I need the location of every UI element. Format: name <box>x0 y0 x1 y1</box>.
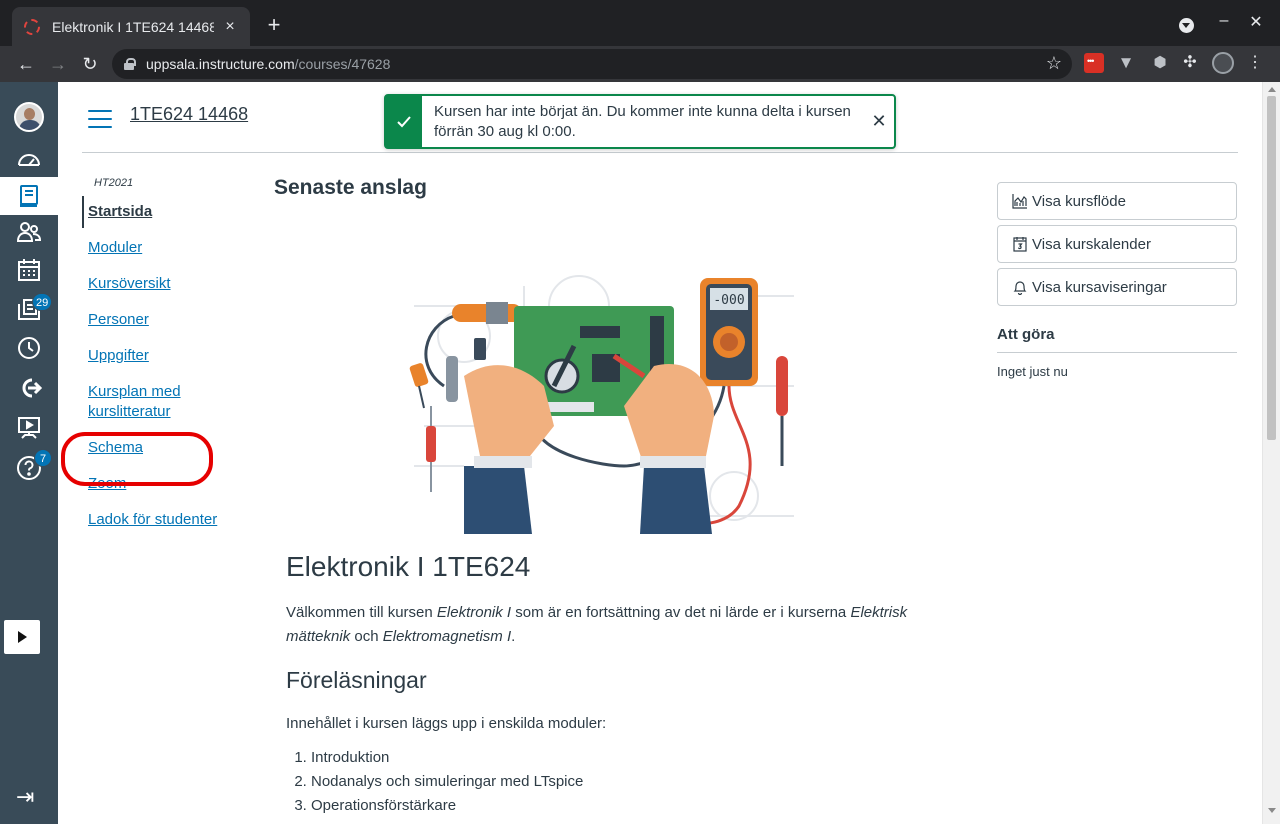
calendar-icon <box>18 259 40 281</box>
intro-text-1: Välkommen till kursen <box>286 604 437 621</box>
view-course-notifications-button[interactable]: Visa kursaviseringar <box>997 268 1237 306</box>
intro-text-2: som är en fortsättning av det ni lärde e… <box>511 604 851 621</box>
tab-close-icon[interactable]: × <box>220 18 240 36</box>
intro-text-4: . <box>511 628 516 645</box>
browser-menu-icon[interactable]: ⋮ <box>1245 53 1265 73</box>
calendar-small-icon <box>1013 237 1027 252</box>
history-clock-icon <box>18 337 40 359</box>
course-heading: Elektronik I 1TE624 <box>286 551 531 582</box>
new-tab-button[interactable]: + <box>262 12 286 38</box>
course-nav-uppgifter[interactable]: Uppgifter <box>88 346 243 366</box>
help-badge: 7 <box>34 449 52 467</box>
todo-empty-text: Inget just nu <box>997 364 1068 379</box>
reload-icon[interactable]: ↻ <box>76 50 104 78</box>
collapse-nav-icon[interactable]: ⇥ <box>16 784 34 810</box>
inbox-badge: 29 <box>32 293 53 311</box>
extension-red-icon[interactable] <box>1084 53 1104 73</box>
bell-icon <box>1013 281 1027 295</box>
studio-screen-icon <box>18 417 40 439</box>
intro-text-3: och <box>350 628 383 645</box>
url-path: /courses/47628 <box>294 56 391 72</box>
gnav-commons[interactable] <box>0 369 58 407</box>
back-arrow-icon[interactable]: ← <box>12 50 40 78</box>
flash-message: Kursen har inte börjat än. Du kommer int… <box>434 103 851 140</box>
gnav-dashboard[interactable] <box>0 140 58 178</box>
gnav-account[interactable] <box>0 98 58 136</box>
course-nav-moduler[interactable]: Moduler <box>88 238 243 258</box>
module-list: Introduktion Nodanalys och simuleringar … <box>286 746 926 818</box>
url-host: uppsala.instructure.com <box>146 56 295 72</box>
lectures-text: Innehållet i kursen läggs upp i enskilda… <box>286 715 607 732</box>
global-nav: 29 7 ⇥ <box>0 82 58 824</box>
extension-v-icon[interactable]: ▼ <box>1116 53 1136 73</box>
courses-book-icon <box>20 185 38 207</box>
course-intro: Elektronik I 1TE624 Välkommen till kurse… <box>286 550 926 818</box>
course-page: 1TE624 14468 Kursen har inte börjat än. … <box>58 82 1262 824</box>
course-nav-ladok[interactable]: Ladok för studenter <box>88 510 243 530</box>
browser-toolbar: ← → ↻ uppsala.instructure.com/courses/47… <box>0 46 1280 82</box>
course-nav-kursoversikt[interactable]: Kursöversikt <box>88 274 243 294</box>
bookmark-star-icon[interactable]: ☆ <box>1046 53 1062 74</box>
lock-icon[interactable] <box>124 58 136 70</box>
view-course-notifications-label: Visa kursaviseringar <box>1032 278 1167 296</box>
flash-close-icon[interactable]: ✕ <box>864 96 894 147</box>
forward-arrow-icon[interactable]: → <box>44 50 72 78</box>
list-item: Operationsförstärkare <box>311 794 926 818</box>
browser-tab[interactable]: Elektronik I 1TE624 14468 × <box>12 7 250 46</box>
gnav-history[interactable] <box>0 329 58 367</box>
scroll-down-arrow-icon[interactable] <box>1268 808 1276 813</box>
term-label: HT2021 <box>94 177 134 189</box>
close-window-button[interactable]: ✕ <box>1244 12 1268 32</box>
gnav-groups[interactable] <box>0 213 58 251</box>
todo-heading: Att göra <box>997 326 1237 353</box>
scroll-thumb[interactable] <box>1267 96 1276 440</box>
list-item: Introduktion <box>311 746 926 770</box>
address-bar[interactable]: uppsala.instructure.com/courses/47628 ☆ <box>112 49 1072 79</box>
profile-avatar-icon[interactable] <box>1212 52 1234 74</box>
electronics-illustration: -000 <box>409 275 794 534</box>
gnav-courses[interactable] <box>0 177 58 215</box>
page-scrollbar[interactable] <box>1262 82 1280 824</box>
intro-prereq-2: Elektromagnetism I <box>382 628 512 645</box>
hamburger-menu-icon[interactable] <box>88 110 112 128</box>
user-avatar <box>14 102 44 132</box>
page-viewport: 29 7 ⇥ 1TE624 14468 Kursen har inte börj… <box>0 82 1280 824</box>
checkmark-icon <box>397 115 411 127</box>
media-play-button[interactable] <box>4 620 40 654</box>
course-nav-personer[interactable]: Personer <box>88 310 243 330</box>
tab-title: Elektronik I 1TE624 14468 <box>52 18 214 35</box>
tab-search-icon[interactable] <box>1179 18 1194 33</box>
course-nav-startsida[interactable]: Startsida <box>82 196 237 228</box>
gnav-studio[interactable] <box>0 409 58 447</box>
canvas-favicon-icon <box>24 18 40 35</box>
scroll-up-arrow-icon[interactable] <box>1268 87 1276 92</box>
extensions-puzzle-icon[interactable]: ✣ <box>1180 53 1200 73</box>
gnav-help[interactable]: 7 <box>0 449 58 487</box>
groups-people-icon <box>16 222 42 242</box>
view-course-stream-button[interactable]: Visa kursflöde <box>997 182 1237 220</box>
course-nav-kursplan[interactable]: Kursplan med kurslitteratur <box>88 382 198 422</box>
intro-paragraph: Välkommen till kursen Elektronik I som ä… <box>286 601 926 649</box>
intro-course-name: Elektronik I <box>436 604 512 621</box>
view-course-calendar-button[interactable]: Visa kurskalender <box>997 225 1237 263</box>
stream-chart-icon <box>1012 194 1027 209</box>
dashboard-gauge-icon <box>18 154 40 166</box>
list-item: Nodanalys och simuleringar med LTspice <box>311 770 926 794</box>
view-course-calendar-label: Visa kurskalender <box>1032 235 1151 253</box>
breadcrumb-course[interactable]: 1TE624 14468 <box>130 104 248 125</box>
flash-success-strip <box>386 96 422 147</box>
minimize-button[interactable]: – <box>1212 12 1236 30</box>
gnav-calendar[interactable] <box>0 251 58 289</box>
flash-notice: Kursen har inte börjat än. Du kommer int… <box>384 94 896 149</box>
page-title: Senaste anslag <box>274 176 427 199</box>
lectures-heading: Föreläsningar <box>286 667 427 693</box>
view-course-stream-label: Visa kursflöde <box>1032 192 1126 210</box>
extension-cube-icon[interactable]: ⬢ <box>1150 53 1170 73</box>
commons-arrow-icon <box>22 378 42 398</box>
svg-text:-000: -000 <box>713 293 744 308</box>
gnav-inbox[interactable]: 29 <box>0 290 58 328</box>
browser-tab-bar: Elektronik I 1TE624 14468 × + – ✕ <box>0 0 1280 46</box>
schema-highlight-circle <box>61 432 213 486</box>
